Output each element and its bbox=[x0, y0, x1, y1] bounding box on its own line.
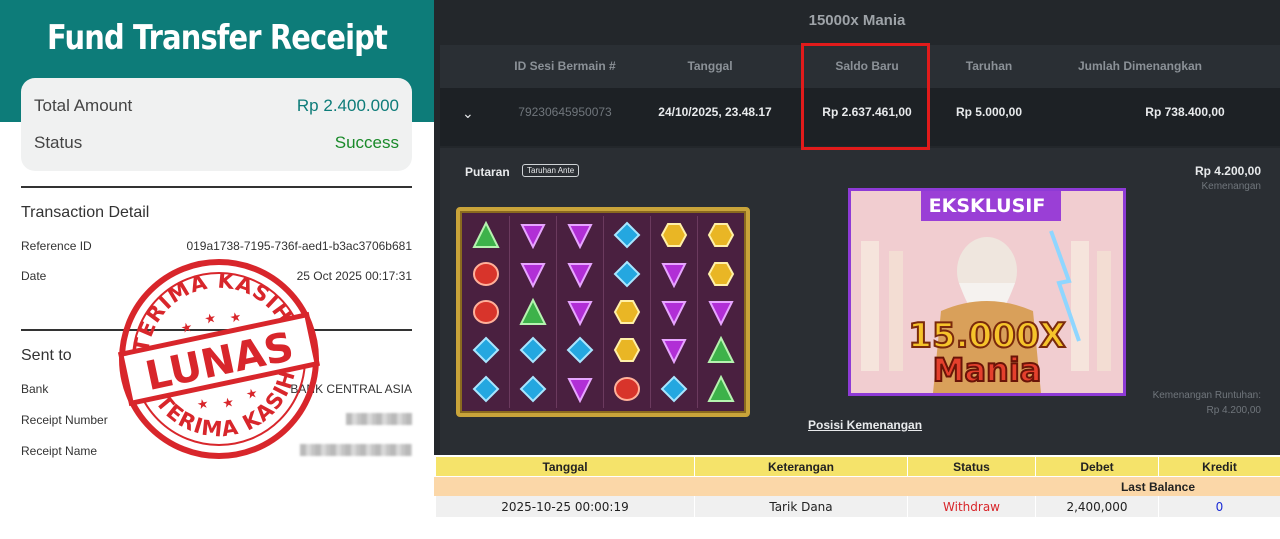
purple-gem-icon bbox=[509, 254, 556, 292]
star-icon: ★ bbox=[179, 319, 194, 336]
total-amount-value: Rp 2.400.000 bbox=[296, 96, 399, 115]
total-amount-row: Total Amount Rp 2.400.000 bbox=[34, 91, 399, 121]
col-won: Jumlah Dimenangkan bbox=[1077, 59, 1203, 73]
purple-gem-icon bbox=[556, 254, 603, 292]
promo-name: Mania bbox=[933, 351, 1042, 389]
red-gem-icon bbox=[603, 370, 650, 408]
cascade-win-amount: Rp 4.200,00 bbox=[1206, 405, 1262, 416]
green-gem-icon bbox=[462, 216, 509, 254]
cascade-win-label: Kemenangan Runtuhan: bbox=[1152, 390, 1261, 401]
blue-gem-icon bbox=[509, 370, 556, 408]
ledger-header-debit: Debet bbox=[1036, 457, 1158, 476]
ledger-balance-spacer bbox=[434, 477, 1036, 496]
promo-illustration: EKSKLUSIF 15.000X Mania bbox=[851, 191, 1123, 393]
blue-gem-icon bbox=[509, 331, 556, 369]
ante-badge: Taruhan Ante bbox=[522, 164, 580, 177]
purple-gem-icon bbox=[650, 331, 697, 369]
bet-cell: Rp 5.000,00 bbox=[955, 105, 1023, 119]
spin-label: Putaran bbox=[465, 165, 510, 179]
divider bbox=[21, 186, 412, 188]
receipt-title: Fund Transfer Receipt bbox=[47, 18, 388, 58]
purple-gem-icon bbox=[697, 293, 744, 331]
total-amount-label: Total Amount bbox=[34, 96, 133, 115]
chevron-down-icon[interactable]: ⌄ bbox=[462, 105, 474, 122]
reference-id-row: Reference ID 019a1738-7195-736f-aed1-b3a… bbox=[21, 239, 412, 253]
lunas-stamp: TERIMA KASIH TERIMA KASIH LUNAS ★ ★ ★ ★ … bbox=[118, 258, 320, 459]
game-title: 15000x Mania bbox=[808, 12, 906, 29]
purple-gem-icon bbox=[556, 293, 603, 331]
ledger-credit-cell: 0 bbox=[1159, 496, 1280, 517]
win-label: Kemenangan bbox=[1201, 181, 1262, 192]
promo-badge: EKSKLUSIF bbox=[929, 195, 1046, 217]
transaction-detail-title: Transaction Detail bbox=[21, 204, 150, 221]
green-gem-icon bbox=[509, 293, 556, 331]
purple-gem-icon bbox=[650, 254, 697, 292]
ledger-header-date: Tanggal bbox=[436, 457, 694, 476]
purple-gem-icon bbox=[556, 370, 603, 408]
star-icon: ★ bbox=[221, 394, 236, 411]
ledger-header-credit: Kredit bbox=[1159, 457, 1280, 476]
gold-gem-icon bbox=[697, 216, 744, 254]
gold-gem-icon bbox=[697, 254, 744, 292]
status-row: Status Success bbox=[34, 128, 399, 158]
status-label: Status bbox=[34, 133, 83, 152]
promo-multiplier: 15.000X bbox=[908, 316, 1065, 356]
composite-screenshot: Fund Transfer Receipt Total Amount Rp 2.… bbox=[0, 0, 1280, 539]
blue-gem-icon bbox=[650, 370, 697, 408]
fund-transfer-receipt: Fund Transfer Receipt Total Amount Rp 2.… bbox=[0, 0, 434, 539]
last-balance-label: Last Balance bbox=[1036, 477, 1280, 496]
receipt-number-redacted bbox=[346, 413, 412, 425]
green-gem-icon bbox=[697, 331, 744, 369]
session-id-cell: 79230645950073 bbox=[518, 105, 612, 119]
won-cell: Rp 738.400,00 bbox=[1145, 105, 1225, 119]
purple-gem-icon bbox=[509, 216, 556, 254]
date-label: Date bbox=[21, 269, 47, 283]
game-promo-art: EKSKLUSIF 15.000X Mania bbox=[848, 188, 1126, 396]
green-gem-icon bbox=[697, 370, 744, 408]
blue-gem-icon bbox=[462, 370, 509, 408]
ledger-date-cell: 2025-10-25 00:00:19 bbox=[436, 496, 694, 517]
gold-gem-icon bbox=[650, 216, 697, 254]
transaction-ledger: Tanggal Keterangan Status Debet Kredit L… bbox=[434, 455, 1280, 539]
ledger-header-description: Keterangan bbox=[695, 457, 907, 476]
gold-gem-icon bbox=[603, 293, 650, 331]
gold-gem-icon bbox=[603, 331, 650, 369]
ledger-description-cell: Tarik Dana bbox=[695, 496, 907, 517]
col-bet: Taruhan bbox=[965, 59, 1013, 73]
summary-card: Total Amount Rp 2.400.000 Status Success bbox=[21, 78, 412, 171]
star-icon: ★ bbox=[228, 309, 243, 326]
sent-to-title: Sent to bbox=[21, 347, 72, 364]
highlight-box bbox=[801, 43, 930, 150]
purple-gem-icon bbox=[556, 216, 603, 254]
blue-gem-icon bbox=[603, 254, 650, 292]
blue-gem-icon bbox=[462, 331, 509, 369]
col-session-id: ID Sesi Bermain # bbox=[514, 59, 616, 73]
ledger-header-status: Status bbox=[908, 457, 1035, 476]
slot-reel-grid bbox=[462, 216, 744, 408]
win-position-link[interactable]: Posisi Kemenangan bbox=[808, 418, 922, 432]
bank-label: Bank bbox=[21, 382, 49, 396]
reference-id-label: Reference ID bbox=[21, 239, 92, 253]
star-icon: ★ bbox=[203, 310, 218, 327]
receipt-name-label: Receipt Name bbox=[21, 444, 98, 458]
col-date: Tanggal bbox=[687, 59, 733, 73]
win-amount: Rp 4.200,00 bbox=[1194, 164, 1261, 178]
red-gem-icon bbox=[462, 293, 509, 331]
status-value: Success bbox=[334, 133, 399, 152]
ledger-debit-cell: 2,400,000 bbox=[1036, 496, 1158, 517]
blue-gem-icon bbox=[603, 216, 650, 254]
star-icon: ★ bbox=[244, 385, 259, 402]
receipt-number-label: Receipt Number bbox=[21, 413, 108, 427]
purple-gem-icon bbox=[650, 293, 697, 331]
ledger-status-cell: Withdraw bbox=[908, 496, 1035, 517]
blue-gem-icon bbox=[556, 331, 603, 369]
reference-id-value: 019a1738-7195-736f-aed1-b3ac3706b681 bbox=[186, 239, 412, 253]
date-cell: 24/10/2025, 23.48.17 bbox=[658, 105, 772, 119]
red-gem-icon bbox=[462, 254, 509, 292]
star-icon: ★ bbox=[196, 395, 211, 412]
